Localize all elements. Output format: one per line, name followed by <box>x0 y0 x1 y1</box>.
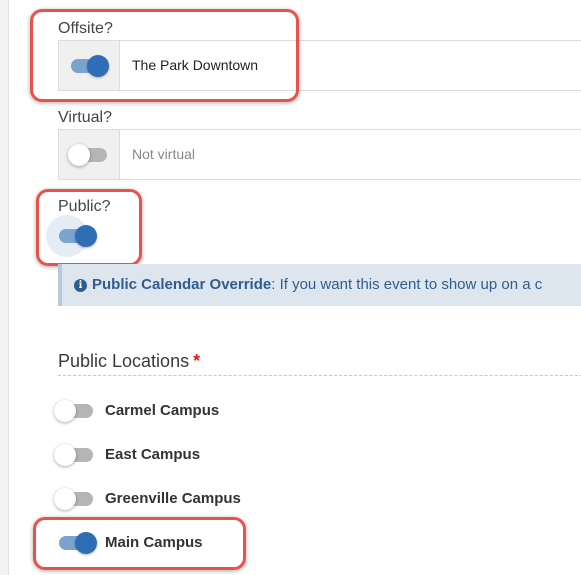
virtual-field: Not virtual <box>58 129 581 180</box>
required-marker: * <box>193 351 201 371</box>
location-toggle-east[interactable] <box>54 444 93 466</box>
virtual-toggle-box <box>59 130 120 179</box>
notice-title: Public Calendar Override <box>92 276 272 293</box>
offsite-highlight <box>30 9 299 102</box>
section-divider <box>58 375 581 376</box>
toggle-knob <box>54 400 76 422</box>
public-calendar-override-notice: i Public Calendar Override: If you want t… <box>58 264 581 306</box>
virtual-value: Not virtual <box>132 146 196 162</box>
public-locations-title: Public Locations <box>58 351 190 371</box>
location-label-east: East Campus <box>105 446 201 463</box>
location-label-greenville: Greenville Campus <box>105 490 241 507</box>
virtual-label: Virtual? <box>58 109 112 126</box>
page-left-edge <box>0 0 9 575</box>
location-label-carmel: Carmel Campus <box>105 402 220 419</box>
notice-body: : If you want this event to show up on a… <box>271 276 543 293</box>
location-toggle-greenville[interactable] <box>54 488 93 510</box>
toggle-knob <box>54 444 76 466</box>
notice-text: i Public Calendar Override: If you want t… <box>74 276 542 293</box>
public-locations-heading: Public Locations * <box>58 351 200 372</box>
info-icon: i <box>74 279 87 292</box>
main-campus-highlight <box>33 517 246 570</box>
virtual-toggle-knob <box>68 144 90 166</box>
toggle-knob <box>54 488 76 510</box>
public-highlight <box>36 189 142 266</box>
location-toggle-carmel[interactable] <box>54 400 93 422</box>
virtual-toggle[interactable] <box>68 144 107 166</box>
